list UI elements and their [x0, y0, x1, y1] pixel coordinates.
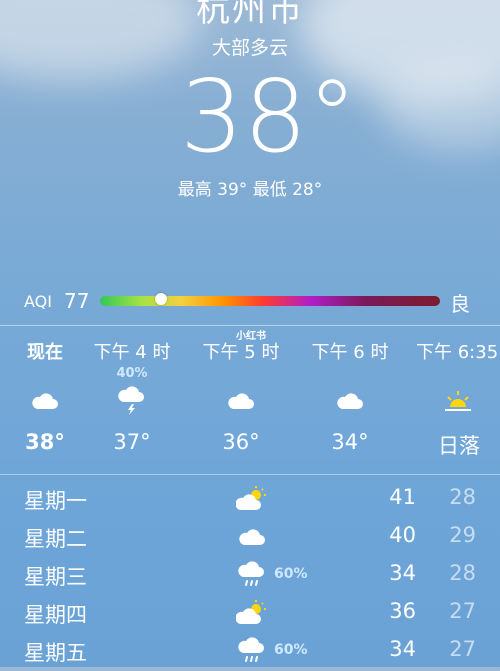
- day-name: 星期二: [24, 527, 87, 551]
- day-high: 36: [389, 599, 416, 623]
- hour-temp: 36°: [222, 430, 260, 454]
- day-row: 星期一 41 28: [0, 481, 500, 519]
- hour-temp: 日落: [438, 434, 480, 458]
- hour-temp: 34°: [331, 430, 369, 454]
- day-row: 星期二 40 29: [0, 519, 500, 557]
- day-low: 27: [449, 637, 476, 661]
- day-high: 34: [389, 561, 416, 585]
- day-high: 40: [389, 523, 416, 547]
- hour-item: 下午 6 时 34°: [295, 340, 405, 454]
- rain-cloud-icon: [236, 561, 268, 589]
- condition-text: 大部多云: [211, 37, 288, 59]
- hour-time: 下午 6 时: [311, 342, 389, 363]
- day-low: 29: [449, 523, 476, 547]
- hour-precip: 40%: [116, 366, 148, 381]
- hour-precip: [404, 366, 500, 382]
- day-row: 星期三 60% 34 28: [0, 557, 500, 595]
- cloud-icon: [186, 382, 296, 420]
- day-low: 28: [449, 561, 476, 585]
- day-row: 星期四 36 27: [0, 595, 500, 633]
- day-low: 27: [449, 599, 476, 623]
- cloud-icon: [236, 523, 268, 551]
- hour-temp: 37°: [113, 430, 151, 454]
- day-name: 星期三: [24, 565, 87, 589]
- day-low: 28: [449, 485, 476, 509]
- day-name: 星期四: [24, 603, 87, 627]
- aqi-scale-bar: [100, 296, 440, 306]
- hour-time: 下午 5 时: [202, 342, 280, 363]
- aqi-level: 良: [450, 292, 470, 316]
- aqi-value: 77: [64, 289, 90, 313]
- day-name: 星期一: [24, 489, 87, 513]
- day-row: 星期五 60% 34 27: [0, 633, 500, 671]
- day-high: 41: [389, 485, 416, 509]
- hour-precip: [186, 366, 296, 382]
- day-precip: 60%: [274, 642, 308, 658]
- day-high: 34: [389, 637, 416, 661]
- day-name: 星期五: [24, 641, 87, 665]
- cloud-icon: [295, 382, 405, 420]
- hour-item-sunset: 下午 6:35 日落: [404, 340, 500, 460]
- sunset-icon: [404, 382, 500, 420]
- hour-precip: [295, 366, 405, 382]
- partly-sunny-icon: [236, 599, 268, 627]
- city-name: 杭州市: [196, 0, 304, 30]
- hour-item: 下午 5 时 36°: [186, 340, 296, 454]
- divider: [0, 325, 500, 326]
- hour-time: 下午 6:35: [416, 342, 499, 363]
- divider: [0, 474, 500, 475]
- high-low-text: 最高 39° 最低 28°: [177, 180, 323, 200]
- hour-time: 下午 4 时: [93, 342, 171, 363]
- hour-item: 下午 4 时 40% 37°: [77, 340, 187, 454]
- thunderstorm-icon: [77, 382, 187, 420]
- rain-cloud-icon: [236, 637, 268, 665]
- aqi-label: AQI: [24, 292, 52, 311]
- day-precip: 60%: [274, 566, 308, 582]
- partly-sunny-icon: [236, 485, 268, 513]
- current-temperature: 38°: [180, 58, 358, 175]
